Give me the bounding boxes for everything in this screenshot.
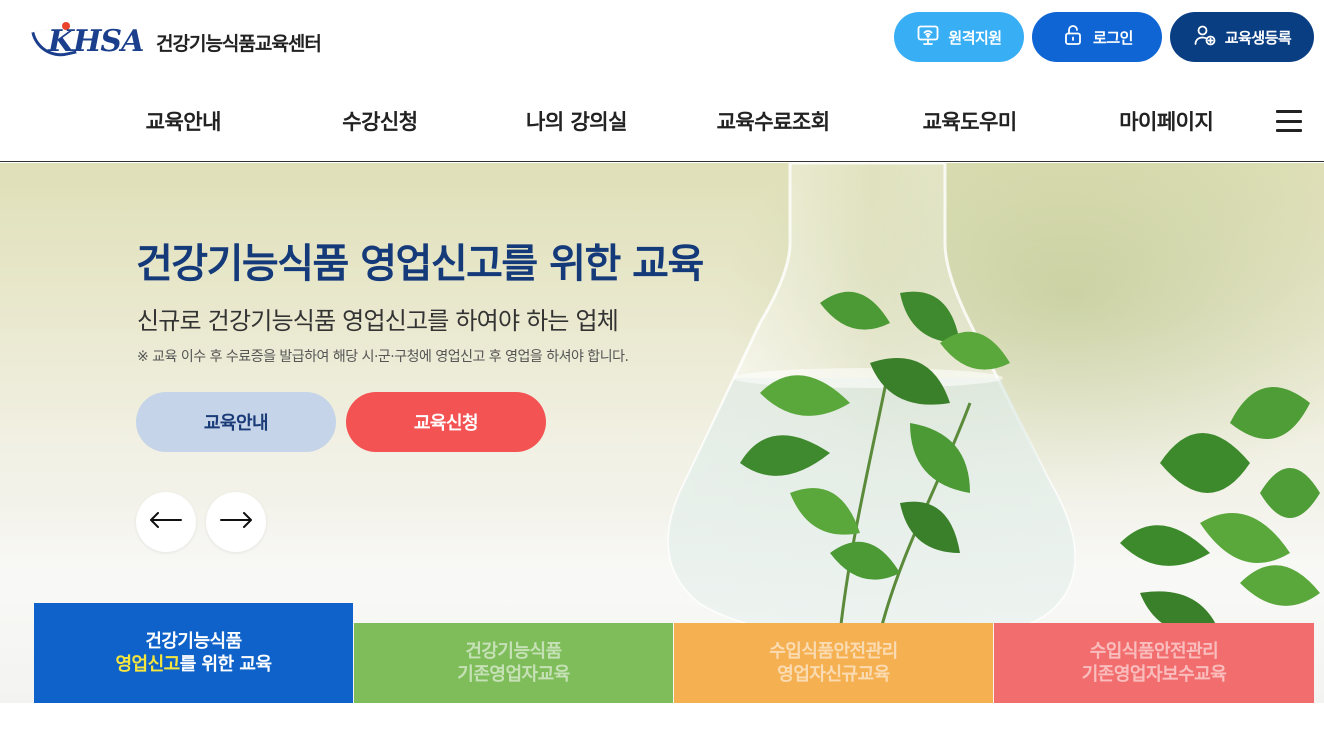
login-button[interactable]: 로그인 xyxy=(1032,12,1162,62)
slide-prev-button[interactable] xyxy=(136,492,196,552)
nav-course-application[interactable]: 수강신청 xyxy=(282,100,479,144)
slide-next-button[interactable] xyxy=(206,492,266,552)
category-tab-import-food-new-business[interactable]: 수입식품안전관리 영업자신규교육 xyxy=(674,623,993,703)
remote-support-label: 원격지원 xyxy=(948,28,1002,47)
user-add-icon xyxy=(1193,23,1217,51)
hero-apply-button[interactable]: 교육신청 xyxy=(346,392,546,452)
top-utility-buttons: 원격지원 로그인 교육생등록 xyxy=(894,12,1314,62)
nav-mypage[interactable]: 마이페이지 xyxy=(1068,100,1265,144)
category-tab-line2: 영업신고를 위한 교육 xyxy=(115,653,272,676)
category-tab-line1: 수입식품안전관리 xyxy=(1089,641,1219,662)
register-label: 교육생등록 xyxy=(1224,28,1292,47)
hero-title: 건강기능식품 영업신고를 위한 교육 xyxy=(136,241,704,287)
nav-education-helper[interactable]: 교육도우미 xyxy=(871,100,1068,144)
category-tab-health-food-existing-business[interactable]: 건강기능식품 기존영업자교육 xyxy=(354,623,673,703)
hero-education-info-button[interactable]: 교육안내 xyxy=(136,392,336,452)
category-tab-line2: 영업자신규교육 xyxy=(777,664,890,685)
category-tab-line1: 건강기능식품 xyxy=(465,641,562,662)
login-label: 로그인 xyxy=(1093,28,1133,47)
nav-completion-lookup[interactable]: 교육수료조회 xyxy=(675,100,872,144)
lock-icon xyxy=(1061,23,1085,51)
monitor-wifi-icon xyxy=(916,23,940,51)
hero-subtitle: 신규로 건강기능식품 영업신고를 하여야 하는 업체 xyxy=(137,307,619,335)
category-tab-health-food-new-business[interactable]: 건강기능식품 영업신고를 위한 교육 xyxy=(34,603,353,703)
nav-education-info[interactable]: 교육안내 xyxy=(85,100,282,144)
arrow-right-icon xyxy=(219,512,253,532)
site-name: 건강기능식품교육센터 xyxy=(156,32,322,55)
arrow-left-icon xyxy=(149,512,183,532)
category-tab-line1: 건강기능식품 xyxy=(145,631,242,652)
category-tab-line2: 기존영업자교육 xyxy=(457,664,570,685)
khsa-logo-mark: KHSA xyxy=(31,22,146,62)
category-tab-line2-rest: 를 위한 교육 xyxy=(179,654,272,675)
hero-note: ※ 교육 이수 후 수료증을 발급하여 해당 시·군·구청에 영업신고 후 영업… xyxy=(137,349,629,365)
remote-support-button[interactable]: 원격지원 xyxy=(894,12,1024,62)
nav-my-classroom[interactable]: 나의 강의실 xyxy=(478,100,675,144)
category-tab-line1: 수입식품안전관리 xyxy=(769,641,898,662)
flask-with-leaves-image xyxy=(667,163,1320,635)
main-navigation: 교육안내 수강신청 나의 강의실 교육수료조회 교육도우미 마이페이지 xyxy=(85,100,1265,144)
category-tab-import-food-refresher[interactable]: 수입식품안전관리 기존영업자보수교육 xyxy=(994,623,1314,703)
category-tab-line2: 기존영업자보수교육 xyxy=(1081,664,1227,685)
logo-text: KHSA xyxy=(48,24,144,59)
hamburger-icon[interactable] xyxy=(1276,110,1302,132)
site-logo[interactable]: KHSA 건강기능식품교육센터 xyxy=(31,22,322,62)
register-button[interactable]: 교육생등록 xyxy=(1170,12,1314,62)
site-header: KHSA 건강기능식품교육센터 원격지원 로그인 교육생등록 교육안내 수강신청… xyxy=(0,0,1324,162)
category-tab-highlight: 영업신고 xyxy=(115,654,180,675)
